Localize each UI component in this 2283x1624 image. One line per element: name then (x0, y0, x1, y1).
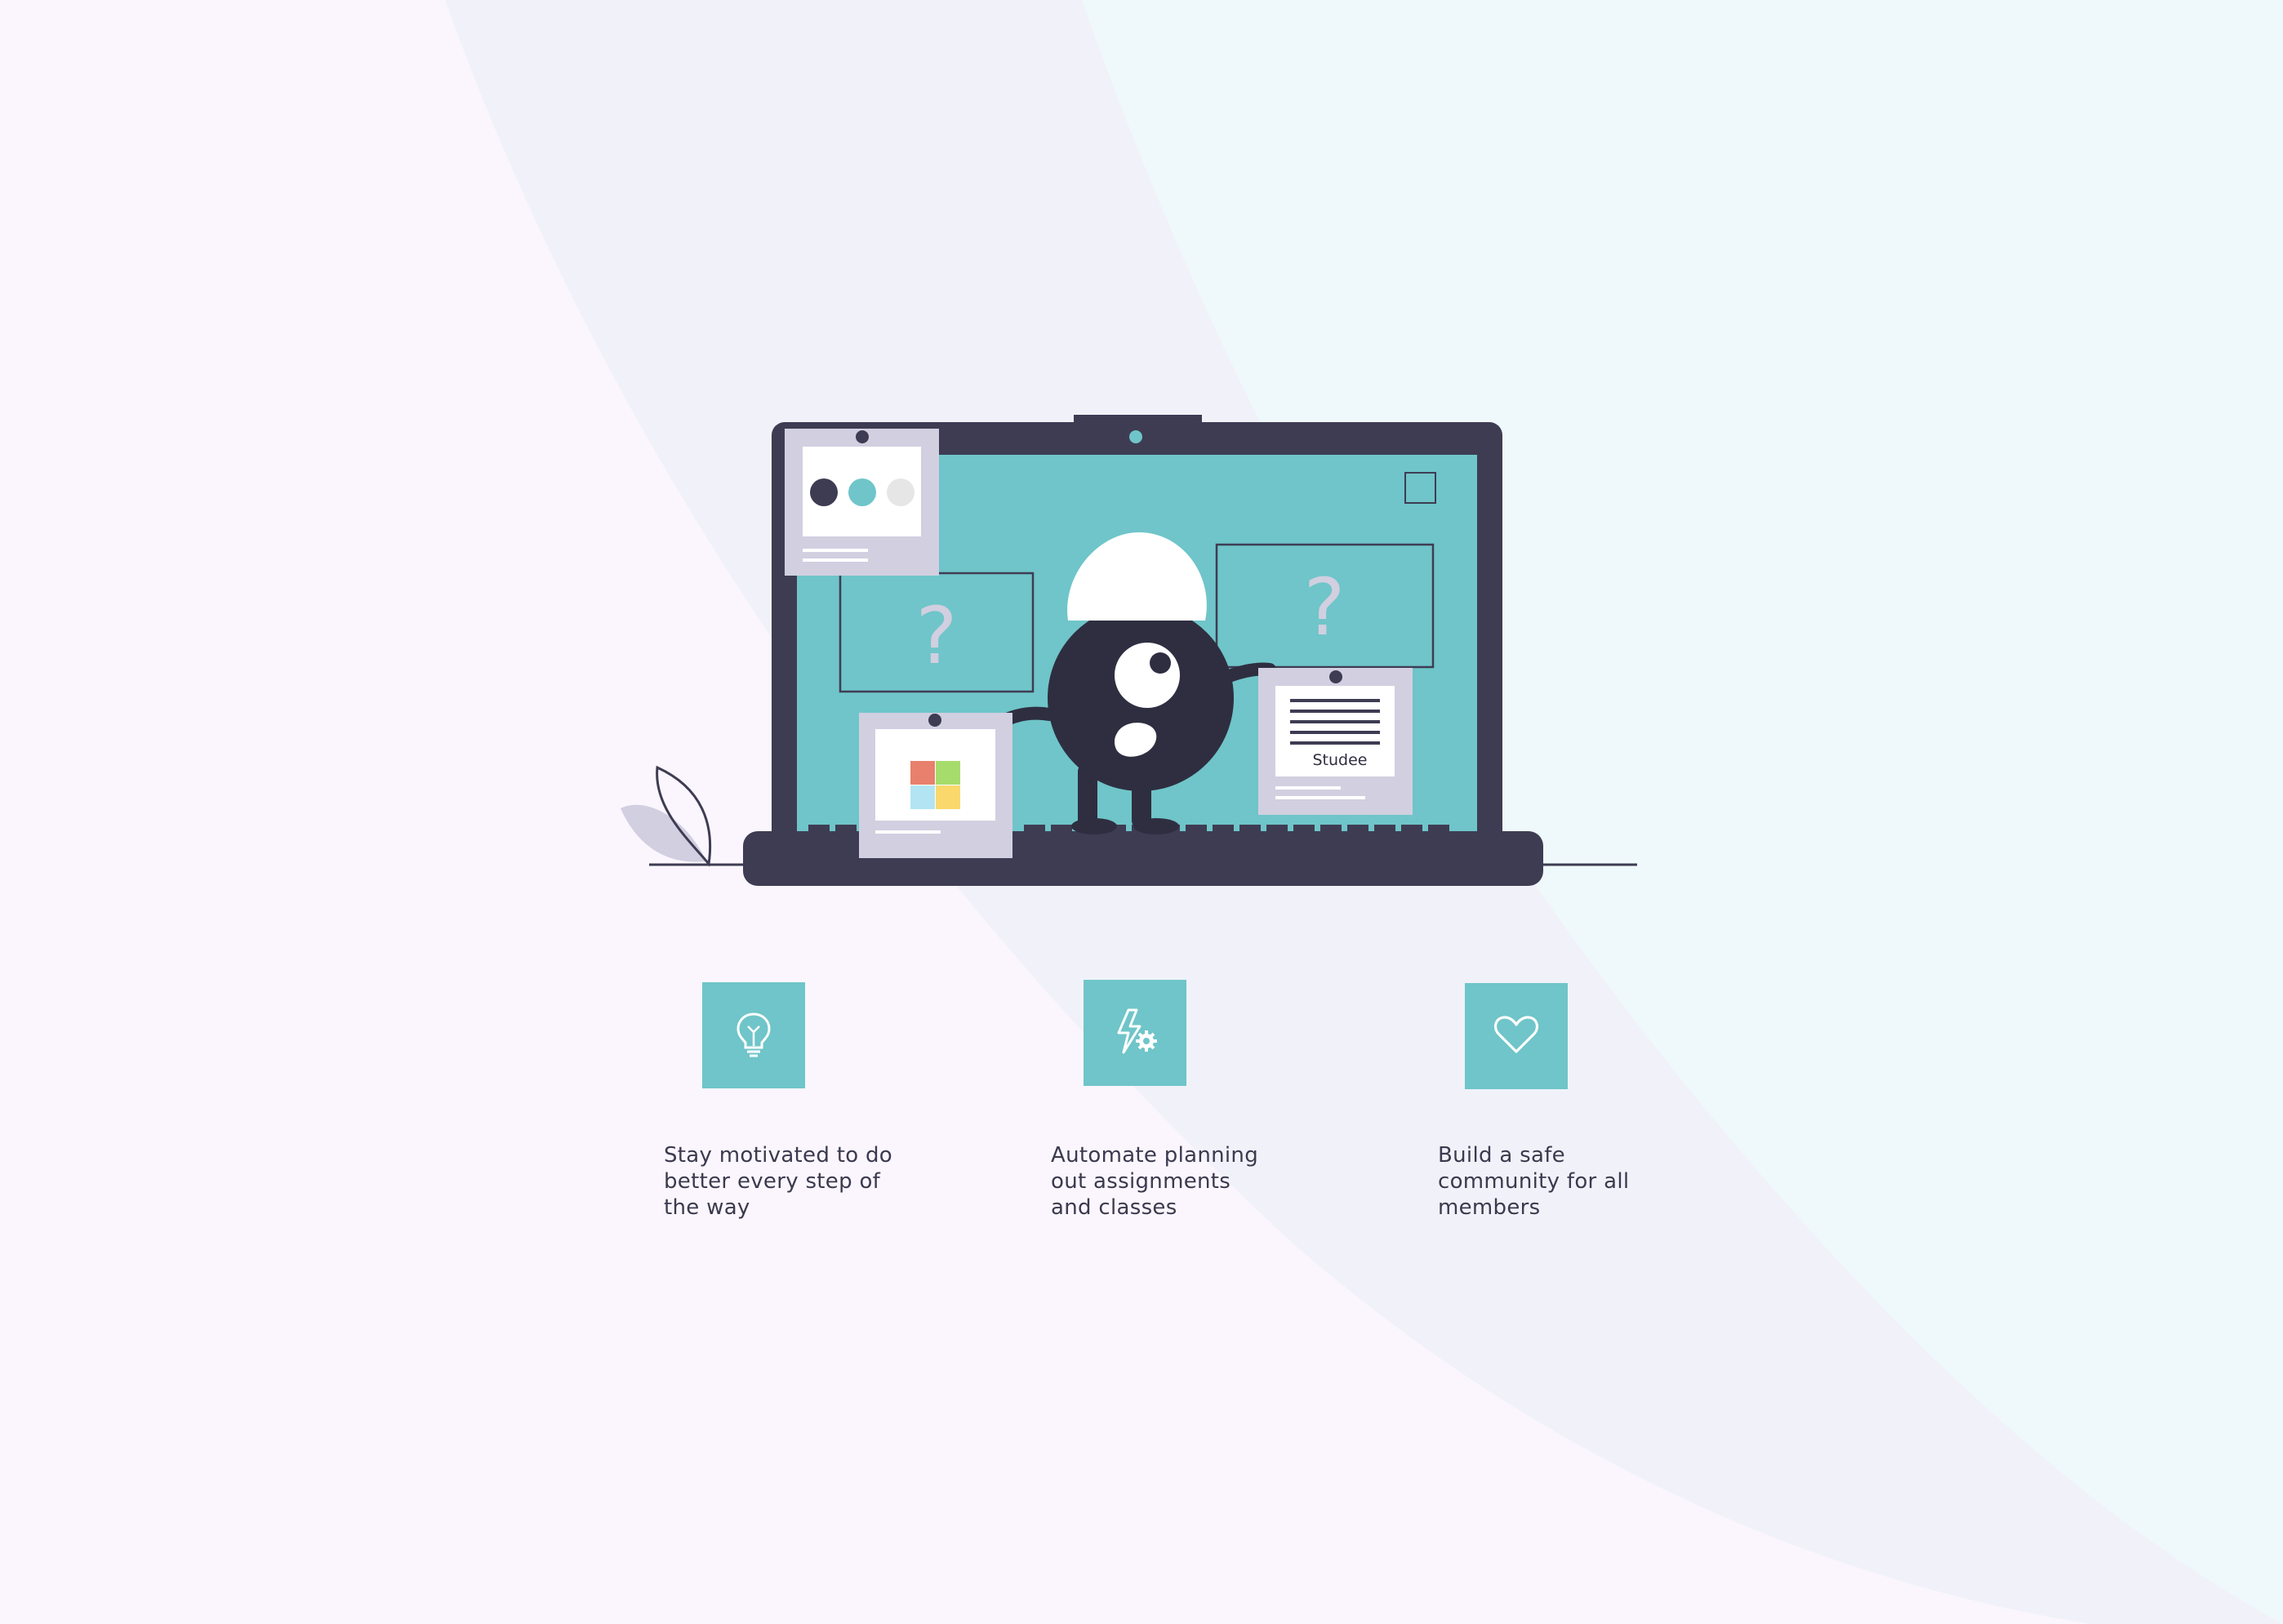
tile-yellow (936, 785, 960, 809)
tile-green (936, 761, 960, 785)
tile-red (910, 761, 935, 785)
keyboard-key (835, 825, 857, 834)
feature-tile (702, 982, 805, 1088)
feature-tile (1084, 980, 1186, 1086)
dot-2 (848, 478, 876, 506)
keyboard-key (1347, 825, 1368, 834)
question-mark-right: ? (1304, 562, 1346, 653)
feature-text: Build a safe community for all members (1438, 1143, 1630, 1220)
webcam-bar (1074, 415, 1202, 426)
note-label: Studee (1313, 751, 1368, 769)
dot-3 (887, 478, 915, 506)
keyboard-key (1186, 825, 1207, 834)
note-document: Studee (1258, 668, 1413, 815)
lightning-gear-icon (1110, 1007, 1159, 1060)
keyboard-key (1428, 825, 1449, 834)
heart-icon (1493, 1014, 1539, 1059)
keyboard-key (1024, 825, 1045, 834)
character-pupil (1150, 652, 1171, 674)
webcam (1129, 430, 1142, 443)
keyboard-key (1320, 825, 1342, 834)
note-dots (785, 429, 939, 576)
keyboard-key (808, 825, 830, 834)
keyboard-key (1374, 825, 1395, 834)
lightbulb-icon (732, 1009, 775, 1062)
laptop-illustration: ? ? Studee (621, 415, 1637, 886)
keyboard-key (1239, 825, 1261, 834)
plant-icon (621, 765, 712, 867)
keyboard-key (1051, 825, 1072, 834)
dot-1 (810, 478, 838, 506)
keyboard-key (1401, 825, 1422, 834)
tile-blue (910, 785, 935, 809)
keyboard-key (1213, 825, 1234, 834)
character-eye (1115, 643, 1180, 708)
feature-text: Automate planning out assignments and cl… (1051, 1143, 1259, 1220)
keyboard-key (1266, 825, 1288, 834)
note-color-grid (859, 713, 1012, 858)
keyboard-key (1293, 825, 1315, 834)
question-mark-left: ? (916, 590, 958, 682)
feature-text: Stay motivated to do better every step o… (664, 1143, 892, 1220)
feature-tile (1465, 983, 1568, 1089)
